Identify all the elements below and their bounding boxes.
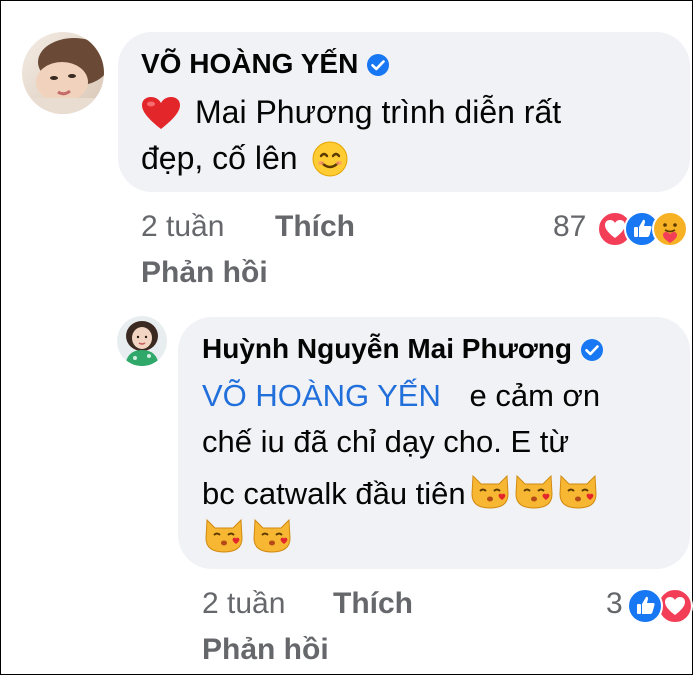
reply-mention-link[interactable]: VÕ HOÀNG YẾN: [202, 378, 441, 413]
reply-time[interactable]: 2 tuần: [202, 587, 285, 621]
verified-badge-icon: [366, 52, 390, 76]
reply-text-3: bc catwalk đầu tiên: [202, 476, 466, 511]
comment-text-line-2: đẹp, cố lên: [141, 140, 348, 177]
reply-text-1: e cảm ơn: [469, 378, 601, 413]
reply-text-line-4: [202, 514, 294, 559]
comment-text-line-1: Mai Phương trình diễn rất: [141, 94, 561, 131]
reply-text-line-1: VÕ HOÀNG YẾN e cảm ơn: [202, 378, 600, 414]
kissing-cat-emoji: [250, 514, 294, 559]
reply-text-line-3: bc catwalk đầu tiên: [202, 470, 600, 518]
avatar-huynh-nguyen-mai-phuong[interactable]: [117, 316, 167, 366]
comment-time[interactable]: 2 tuần: [141, 210, 224, 244]
verified-badge-icon: [580, 337, 604, 361]
comment-author[interactable]: VÕ HOÀNG YẾN: [141, 48, 390, 80]
avatar-vo-hoang-yen[interactable]: [22, 32, 104, 114]
comment-text-1: Mai Phương trình diễn rất: [195, 94, 562, 130]
kissing-cat-emoji: [512, 470, 556, 518]
reply-author-name: Huỳnh Nguyễn Mai Phương: [202, 333, 572, 364]
comment-reaction-count[interactable]: 87: [553, 210, 586, 244]
reply-reply-button[interactable]: Phản hồi: [202, 633, 329, 667]
care-reaction-icon: [652, 211, 688, 247]
reply-reaction-count[interactable]: 3: [606, 587, 623, 621]
comment-author-name: VÕ HOÀNG YẾN: [141, 48, 359, 79]
comment-text-2: đẹp, cố lên: [141, 140, 298, 176]
kissing-cat-emoji: [556, 470, 600, 518]
comment-like-button[interactable]: Thích: [275, 210, 355, 244]
kissing-cat-emoji: [468, 470, 512, 518]
comment-reply-button[interactable]: Phản hồi: [141, 256, 268, 290]
reply-like-button[interactable]: Thích: [333, 587, 413, 621]
kissing-cat-emoji: [202, 514, 246, 559]
reply-author[interactable]: Huỳnh Nguyễn Mai Phương: [202, 333, 604, 365]
like-reaction-icon: [627, 588, 663, 624]
red-heart-emoji: [141, 96, 181, 130]
reply-text-line-2: chế iu đã chỉ dạy cho. E từ: [202, 424, 570, 459]
smiling-emoji: [312, 141, 348, 177]
